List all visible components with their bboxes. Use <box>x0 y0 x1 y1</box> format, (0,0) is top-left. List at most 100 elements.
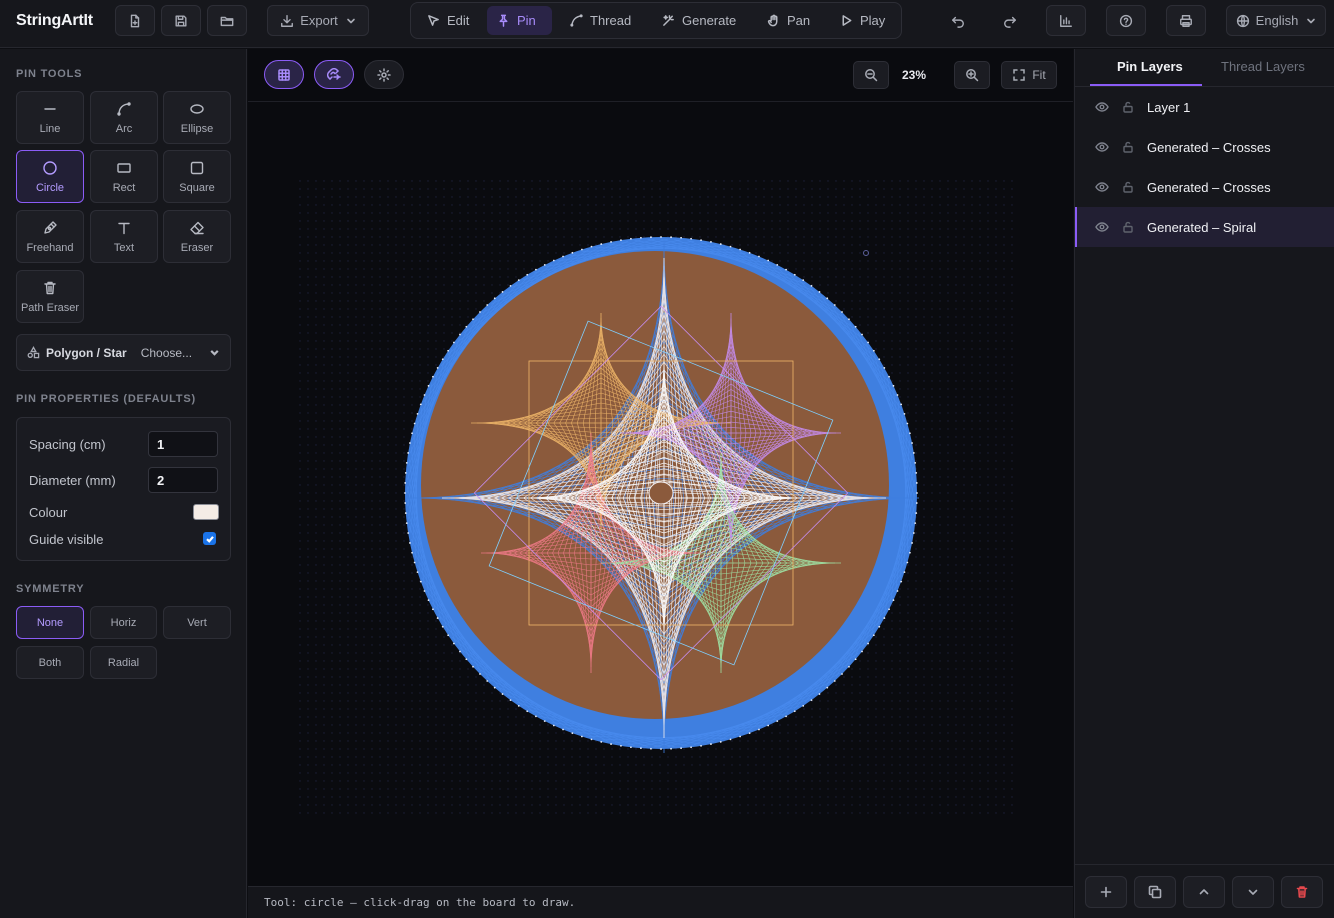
polygon-star-select[interactable]: Polygon / Star Choose... <box>16 334 231 371</box>
pin <box>660 748 662 750</box>
pin <box>739 735 742 738</box>
tab-thread-layers[interactable]: Thread Layers <box>1221 59 1305 74</box>
stats-button[interactable] <box>1046 5 1086 36</box>
string-art-board[interactable] <box>248 49 1073 886</box>
guide-visible-checkbox[interactable] <box>203 532 216 545</box>
spacing-input[interactable]: 1 <box>148 431 218 457</box>
snap-toggle[interactable] <box>314 60 354 89</box>
tool-square-label: Square <box>179 181 215 194</box>
pin <box>423 394 426 396</box>
help-button[interactable] <box>1106 5 1146 36</box>
ellipse-icon <box>190 103 204 114</box>
grid-toggle[interactable] <box>264 60 304 89</box>
tool-ellipse[interactable]: Ellipse <box>163 91 231 144</box>
symmetry-radial[interactable]: Radial <box>90 646 157 679</box>
redo-button[interactable] <box>990 5 1030 36</box>
symmetry-none[interactable]: None <box>16 606 84 639</box>
unlock-icon[interactable] <box>1122 181 1134 193</box>
tool-rect[interactable]: Rect <box>90 150 158 203</box>
pin <box>486 304 489 306</box>
delete-layer-button[interactable] <box>1281 876 1323 908</box>
pin <box>912 532 915 534</box>
mode-generate[interactable]: Generate <box>652 6 746 35</box>
fit-button[interactable]: Fit <box>1001 61 1057 89</box>
tool-path-eraser[interactable]: Path Eraser <box>16 270 84 323</box>
eye-icon[interactable] <box>1095 220 1109 234</box>
unlock-icon[interactable] <box>1122 141 1134 153</box>
undo-button[interactable] <box>938 5 978 36</box>
plus-icon <box>1100 886 1112 898</box>
tool-text[interactable]: Text <box>90 210 158 263</box>
fit-label: Fit <box>1032 68 1046 82</box>
pin <box>459 333 461 336</box>
pin <box>423 590 426 592</box>
tool-line[interactable]: Line <box>16 91 84 144</box>
unlock-icon[interactable] <box>1122 101 1134 113</box>
pin <box>833 680 836 682</box>
guide-visible-label: Guide visible <box>29 532 104 547</box>
status-bar: Tool: circle — click-drag on the board t… <box>248 886 1073 918</box>
print-button[interactable] <box>1166 5 1206 36</box>
pin <box>739 248 742 251</box>
pin <box>912 452 915 454</box>
canvas-settings-button[interactable] <box>364 60 404 89</box>
open-folder-button[interactable] <box>207 5 247 36</box>
new-file-button[interactable] <box>115 5 155 36</box>
layer-item[interactable]: Generated – Crosses <box>1075 127 1334 167</box>
mode-pin[interactable]: Pin <box>487 6 552 35</box>
add-layer-button[interactable] <box>1085 876 1127 908</box>
pin <box>413 561 416 564</box>
pin <box>416 571 419 574</box>
tool-eraser[interactable]: Eraser <box>163 210 231 263</box>
duplicate-layer-button[interactable] <box>1134 876 1176 908</box>
move-layer-up-button[interactable] <box>1183 876 1225 908</box>
mode-thread[interactable]: Thread <box>560 6 641 35</box>
colour-label: Colour <box>29 505 68 520</box>
pin <box>748 251 751 254</box>
export-dropdown[interactable]: Export <box>267 5 369 36</box>
pin <box>911 542 913 544</box>
pin <box>872 349 875 352</box>
eye-icon[interactable] <box>1095 180 1109 194</box>
new-file-icon <box>130 14 140 27</box>
pin <box>841 673 843 675</box>
zoom-out-button[interactable] <box>853 61 889 89</box>
pin <box>543 720 546 722</box>
pin <box>767 259 770 262</box>
pin <box>903 412 906 415</box>
pin <box>409 542 411 544</box>
pin <box>892 384 895 387</box>
zoom-in-button[interactable] <box>954 61 990 89</box>
layer-item[interactable]: Layer 1 <box>1075 87 1334 127</box>
mode-play[interactable]: Play <box>830 6 895 35</box>
tool-freehand[interactable]: Freehand <box>16 210 84 263</box>
tool-path-eraser-label: Path Eraser <box>20 301 80 314</box>
save-button[interactable] <box>161 5 201 36</box>
layer-item[interactable]: Generated – Crosses <box>1075 167 1334 207</box>
pin <box>888 608 890 611</box>
magnet-icon <box>327 67 341 80</box>
language-selector[interactable]: English <box>1226 5 1326 36</box>
tool-line-label: Line <box>39 122 61 135</box>
symmetry-both[interactable]: Both <box>16 646 84 679</box>
mode-edit[interactable]: Edit <box>417 6 479 35</box>
eye-icon[interactable] <box>1095 140 1109 154</box>
mode-pan[interactable]: Pan <box>757 6 820 35</box>
mode-pin-label: Pin <box>517 13 536 28</box>
symmetry-horiz[interactable]: Horiz <box>90 606 157 639</box>
eye-icon[interactable] <box>1095 100 1109 114</box>
layer-item-selected[interactable]: Generated – Spiral <box>1075 207 1334 247</box>
tool-arc[interactable]: Arc <box>90 91 158 144</box>
pin <box>409 442 411 444</box>
tool-circle[interactable]: Circle <box>16 150 84 203</box>
diameter-input[interactable]: 2 <box>148 467 218 493</box>
tool-square[interactable]: Square <box>163 150 231 203</box>
symmetry-vert[interactable]: Vert <box>163 606 231 639</box>
pin <box>479 673 481 675</box>
pin <box>914 462 917 464</box>
unlock-icon[interactable] <box>1122 221 1134 233</box>
pin <box>535 715 537 718</box>
colour-swatch[interactable] <box>193 504 219 520</box>
tab-pin-layers[interactable]: Pin Layers <box>1117 59 1183 74</box>
move-layer-down-button[interactable] <box>1232 876 1274 908</box>
